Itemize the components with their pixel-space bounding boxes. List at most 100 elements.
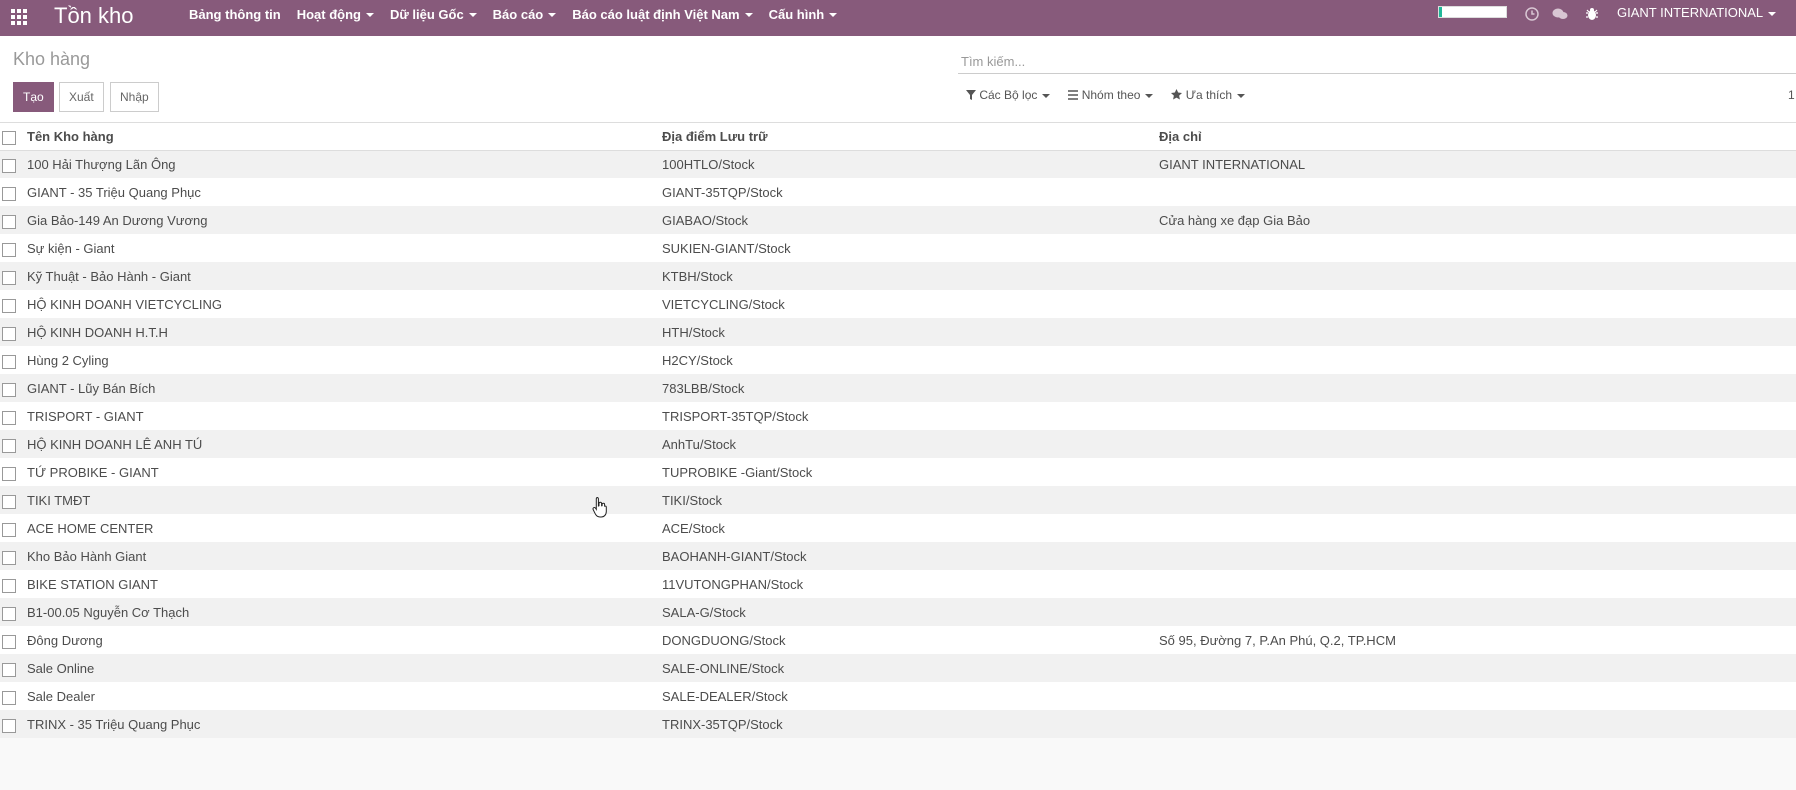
filters-label: Các Bộ lọc bbox=[979, 88, 1038, 102]
cell-address bbox=[1159, 178, 1796, 206]
cell-location: SALE-DEALER/Stock bbox=[662, 688, 788, 704]
row-select-cell bbox=[0, 262, 27, 290]
create-button[interactable]: Tạo bbox=[13, 82, 54, 112]
import-button[interactable]: Nhập bbox=[110, 82, 159, 112]
cell-name: HỘ KINH DOANH LÊ ANH TÚ bbox=[27, 436, 203, 452]
row-select-cell bbox=[0, 346, 27, 374]
row-checkbox[interactable] bbox=[2, 466, 16, 481]
table-row[interactable]: TỨ PROBIKE - GIANT TUPROBIKE -Giant/Stock bbox=[0, 458, 1796, 486]
row-checkbox[interactable] bbox=[2, 718, 16, 733]
favorites-dropdown[interactable]: Ưa thích bbox=[1171, 88, 1246, 102]
chevron-down-icon bbox=[548, 13, 557, 18]
table-row[interactable]: GIANT - 35 Triệu Quang Phục GIANT-35TQP/S… bbox=[0, 178, 1796, 206]
cell-location: 783LBB/Stock bbox=[662, 380, 745, 396]
cell-name: GIANT - Lũy Bán Bích bbox=[27, 380, 156, 396]
chat-icon[interactable] bbox=[1552, 7, 1568, 23]
clock-icon[interactable] bbox=[1524, 7, 1540, 23]
pager-value[interactable]: 1 bbox=[1788, 88, 1795, 102]
table-row[interactable]: B1-00.05 Nguyễn Cơ Thạch SALA-G/Stock bbox=[0, 598, 1796, 626]
menu-item-label: Hoạt động bbox=[296, 6, 361, 22]
cell-name: Sale Online bbox=[27, 660, 95, 676]
column-header-address[interactable]: Địa chỉ bbox=[1159, 123, 1796, 150]
cell-address bbox=[1159, 346, 1796, 374]
search-input[interactable] bbox=[958, 49, 1796, 73]
warehouse-list-table: Tên Kho hàng Địa điểm Lưu trữ Địa chỉ 10… bbox=[0, 123, 1796, 738]
company-switcher[interactable]: GIANT INTERNATIONAL bbox=[1617, 5, 1777, 20]
cell-location: SUKIEN-GIANT/Stock bbox=[662, 240, 791, 256]
table-row[interactable]: GIANT - Lũy Bán Bích 783LBB/Stock bbox=[0, 374, 1796, 402]
row-checkbox[interactable] bbox=[2, 158, 16, 173]
row-checkbox[interactable] bbox=[2, 606, 16, 621]
row-checkbox[interactable] bbox=[2, 410, 16, 425]
table-row[interactable]: Sale Dealer SALE-DEALER/Stock bbox=[0, 682, 1796, 710]
table-row[interactable]: Kỹ Thuật - Bảo Hành - Giant KTBH/Stock bbox=[0, 262, 1796, 290]
row-checkbox[interactable] bbox=[2, 522, 16, 537]
row-checkbox[interactable] bbox=[2, 382, 16, 397]
select-all-cell bbox=[0, 123, 27, 150]
row-checkbox[interactable] bbox=[2, 354, 16, 369]
row-select-cell bbox=[0, 206, 27, 234]
row-checkbox[interactable] bbox=[2, 690, 16, 705]
row-select-cell bbox=[0, 570, 27, 598]
menu-item-label: Dữ liệu Gốc bbox=[389, 6, 464, 22]
menu-item-label: Báo cáo luật định Việt Nam bbox=[572, 6, 740, 22]
menu-item-0[interactable]: Bảng thông tin bbox=[189, 7, 281, 22]
row-checkbox[interactable] bbox=[2, 326, 16, 341]
column-header-location[interactable]: Địa điểm Lưu trữ bbox=[662, 123, 1159, 150]
cell-address bbox=[1159, 430, 1796, 458]
debug-bug-icon[interactable] bbox=[1584, 7, 1600, 23]
table-row[interactable]: HỘ KINH DOANH LÊ ANH TÚ AnhTu/Stock bbox=[0, 430, 1796, 458]
row-checkbox[interactable] bbox=[2, 662, 16, 677]
row-checkbox[interactable] bbox=[2, 186, 16, 201]
row-checkbox[interactable] bbox=[2, 438, 16, 453]
select-all-checkbox[interactable] bbox=[2, 130, 16, 145]
table-row[interactable]: Sự kiện - Giant SUKIEN-GIANT/Stock bbox=[0, 234, 1796, 262]
menu-item-3[interactable]: Báo cáo bbox=[493, 7, 557, 22]
menu-item-label: Bảng thông tin bbox=[189, 6, 281, 22]
export-button[interactable]: Xuất bbox=[59, 82, 104, 112]
cell-name: Kho Bảo Hành Giant bbox=[27, 548, 147, 564]
cell-location: VIETCYCLING/Stock bbox=[662, 296, 785, 312]
cell-name: TRINX - 35 Triệu Quang Phục bbox=[27, 716, 201, 732]
menu-item-4[interactable]: Báo cáo luật định Việt Nam bbox=[572, 6, 753, 22]
cell-address bbox=[1159, 402, 1796, 430]
menu-item-2[interactable]: Dữ liệu Gốc bbox=[390, 7, 477, 22]
row-checkbox[interactable] bbox=[2, 214, 16, 229]
column-header-name[interactable]: Tên Kho hàng bbox=[27, 123, 662, 150]
table-row[interactable]: TRINX - 35 Triệu Quang Phục TRINX-35TQP/S… bbox=[0, 710, 1796, 738]
cell-name: ACE HOME CENTER bbox=[27, 520, 154, 536]
table-row[interactable]: 100 Hải Thượng Lãn Ông 100HTLO/Stock GIANT… bbox=[0, 150, 1796, 178]
top-navbar: Tồn kho Bảng thông tin Hoạt động Dữ liệu G… bbox=[0, 0, 1796, 36]
menu-item-5[interactable]: Cấu hình bbox=[769, 7, 838, 22]
row-checkbox[interactable] bbox=[2, 634, 16, 649]
table-row[interactable]: Hùng 2 Cyling H2CY/Stock bbox=[0, 346, 1796, 374]
table-row[interactable]: Gia Bảo-149 An Dương Vương GIABAO/Stock Cử… bbox=[0, 206, 1796, 234]
table-row[interactable]: Sale Online SALE-ONLINE/Stock bbox=[0, 654, 1796, 682]
cell-name: Sale Dealer bbox=[27, 688, 95, 704]
group-by-dropdown[interactable]: Nhóm theo bbox=[1068, 88, 1154, 102]
cell-name: B1-00.05 Nguyễn Cơ Thạch bbox=[27, 604, 190, 620]
table-row[interactable]: TIKI TMĐT TIKI/Stock bbox=[0, 486, 1796, 514]
app-menu-icon[interactable] bbox=[11, 9, 29, 25]
row-checkbox[interactable] bbox=[2, 242, 16, 257]
table-row[interactable]: TRISPORT - GIANT TRISPORT-35TQP/Stock bbox=[0, 402, 1796, 430]
cell-address: Cửa hàng xe đạp Gia Bảo bbox=[1159, 212, 1311, 228]
table-row[interactable]: ACE HOME CENTER ACE/Stock bbox=[0, 514, 1796, 542]
search-options: Các Bộ lọc Nhóm theo Ưa thích bbox=[966, 88, 1263, 102]
row-checkbox[interactable] bbox=[2, 270, 16, 285]
row-checkbox[interactable] bbox=[2, 494, 16, 509]
table-row[interactable]: Đông Dương DONGDUONG/Stock Số 95, Đường 7,… bbox=[0, 626, 1796, 654]
filters-dropdown[interactable]: Các Bộ lọc bbox=[966, 88, 1051, 102]
table-row[interactable]: HỘ KINH DOANH VIETCYCLING VIETCYCLING/Sto… bbox=[0, 290, 1796, 318]
table-row[interactable]: Kho Bảo Hành Giant BAOHANH-GIANT/Stock bbox=[0, 542, 1796, 570]
row-checkbox[interactable] bbox=[2, 298, 16, 313]
row-select-cell bbox=[0, 318, 27, 346]
table-row[interactable]: HỘ KINH DOANH H.T.H HTH/Stock bbox=[0, 318, 1796, 346]
row-checkbox[interactable] bbox=[2, 578, 16, 593]
table-row[interactable]: BIKE STATION GIANT 11VUTONGPHAN/Stock bbox=[0, 570, 1796, 598]
group-by-label: Nhóm theo bbox=[1081, 88, 1141, 102]
menu-item-1[interactable]: Hoạt động bbox=[297, 7, 374, 22]
row-checkbox[interactable] bbox=[2, 550, 16, 565]
app-brand[interactable]: Tồn kho bbox=[54, 3, 134, 29]
progress-indicator bbox=[1438, 6, 1507, 18]
